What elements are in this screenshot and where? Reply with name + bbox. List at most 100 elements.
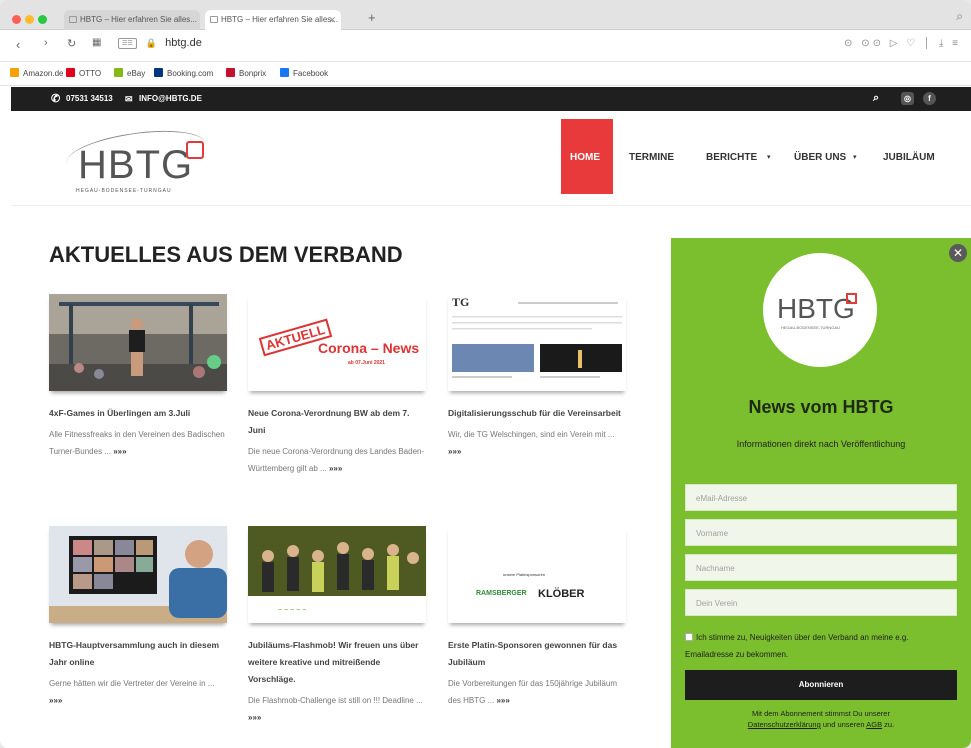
- post-thumbnail[interactable]: TG: [448, 294, 626, 391]
- post-excerpt: Die Flashmob-Challenge ist still on !!! …: [248, 696, 423, 722]
- lock-icon: 🔒: [145, 38, 158, 48]
- nav-termine[interactable]: TERMINE: [629, 152, 674, 163]
- logo-cross-icon: [186, 141, 204, 159]
- sponsor-kloeber: KLÖBER: [538, 588, 585, 600]
- bookmark-facebook[interactable]: Facebook: [280, 68, 328, 78]
- post-title[interactable]: 4xF-Games in Überlingen am 3.Juli: [49, 405, 227, 422]
- bookmark-otto[interactable]: OTTO: [66, 68, 101, 78]
- maximize-window-button[interactable]: [38, 15, 47, 24]
- tab-label: HBTG – Hier erfahren Sie alles...: [221, 15, 338, 24]
- post-card[interactable]: 4xF-Games in Überlingen am 3.Juli Alle F…: [49, 294, 227, 460]
- ebay-icon: [114, 68, 123, 77]
- site-topbar: ✆ 07531 34513 ✉ INFO@HBTG.DE ⌕ ◎ f: [11, 87, 971, 111]
- corona-date: ab 07.Juni 2021: [348, 360, 385, 366]
- nav-home[interactable]: HOME: [561, 119, 613, 194]
- window-controls: [12, 11, 51, 29]
- website-screenshot-image: TG: [452, 295, 622, 378]
- flashmob-image: ~ ~ ~ ~ ~: [248, 526, 426, 623]
- browser-tab-active[interactable]: HBTG – Hier erfahren Sie alles... ✕: [205, 10, 341, 30]
- subscribe-button[interactable]: Abonnieren: [685, 670, 957, 700]
- club-field[interactable]: Dein Verein: [685, 589, 957, 616]
- post-thumbnail[interactable]: AKTUELL Corona – News ab 07.Juni 2021: [248, 294, 426, 391]
- main-nav: HOME TERMINE BERICHTE ▾ ÜBER UNS ▾ JUBIL…: [561, 119, 951, 194]
- address-bar[interactable]: ☰☰ 🔒 hbtg.de: [118, 37, 202, 55]
- grid-icon[interactable]: ▦: [92, 37, 101, 48]
- privacy-policy-link[interactable]: Datenschutzerklärung: [748, 720, 821, 729]
- newsletter-popup: ✕ HBTG HEGAU-BODENSEE-TURNGAU News vom H…: [671, 238, 971, 748]
- minimize-window-button[interactable]: [25, 15, 34, 24]
- bookmark-amazon[interactable]: Amazon.de: [10, 68, 63, 78]
- amazon-icon: [10, 68, 19, 77]
- address-toolbar: ‹ › ↻ ▦ ☰☰ 🔒 hbtg.de ⊙ ⊙⊙ ▷ ♡ │ ⤓ ≡: [0, 30, 971, 62]
- post-title[interactable]: Jubiläums-Flashmob! Wir freuen uns über …: [248, 637, 426, 688]
- tab-label: HBTG – Hier erfahren Sie alles...: [80, 15, 197, 24]
- popup-logo: HBTG HEGAU-BODENSEE-TURNGAU: [763, 253, 877, 367]
- sponsors-caption: unsere Platinsponsoren: [503, 572, 546, 577]
- site-logo[interactable]: HBTG HEGAU-BODENSEE-TURNGAU: [63, 123, 226, 203]
- phone-number[interactable]: 07531 34513: [66, 94, 113, 103]
- browser-window: HBTG – Hier erfahren Sie alles... HBTG –…: [0, 0, 971, 748]
- bookmark-ebay[interactable]: eBay: [114, 68, 145, 78]
- facebook-icon: [280, 68, 289, 77]
- otto-icon: [66, 68, 75, 77]
- popup-logo-text: HBTG: [777, 293, 855, 324]
- post-title[interactable]: Erste Platin-Sponsoren gewonnen für das …: [448, 637, 626, 671]
- read-more-link[interactable]: »»»: [49, 696, 62, 705]
- read-more-link[interactable]: »»»: [248, 713, 261, 722]
- post-card[interactable]: ~ ~ ~ ~ ~ Jubiläums-Flashmob! Wir freuen…: [248, 526, 426, 726]
- reader-icon[interactable]: ☰☰: [118, 37, 137, 49]
- first-name-field[interactable]: Vorname: [685, 519, 957, 546]
- post-thumbnail[interactable]: ~ ~ ~ ~ ~: [248, 526, 426, 623]
- post-thumbnail[interactable]: [49, 526, 227, 623]
- url-text: hbtg.de: [165, 37, 202, 49]
- toolbar-icons[interactable]: ⊙ ⊙⊙ ▷ ♡ │ ⤓ ≡: [844, 38, 961, 49]
- post-title[interactable]: Digitalisierungsschub für die Vereinsarb…: [448, 405, 626, 422]
- post-title[interactable]: Neue Corona-Verordnung BW ab dem 7. Juni: [248, 405, 426, 439]
- search-icon[interactable]: ⌕: [873, 92, 879, 105]
- read-more-link[interactable]: »»»: [496, 696, 509, 705]
- post-card[interactable]: HBTG-Hauptversammlung auch in diesem Jah…: [49, 526, 227, 709]
- post-card[interactable]: AKTUELL Corona – News ab 07.Juni 2021 Ne…: [248, 294, 426, 477]
- new-tab-icon[interactable]: +: [368, 10, 376, 25]
- chevron-down-icon: ▾: [853, 154, 857, 161]
- back-icon[interactable]: ‹: [16, 37, 20, 52]
- browser-tab[interactable]: HBTG – Hier erfahren Sie alles...: [64, 10, 200, 30]
- forward-icon[interactable]: ›: [44, 37, 48, 49]
- email-link[interactable]: INFO@HBTG.DE: [139, 94, 202, 103]
- svg-text:TG: TG: [452, 295, 469, 309]
- popup-title: News vom HBTG: [748, 397, 894, 417]
- read-more-link[interactable]: »»»: [329, 464, 342, 473]
- terms-link[interactable]: AGB: [866, 720, 882, 729]
- nav-jubilaeum[interactable]: JUBILÄUM: [883, 152, 935, 163]
- bookmark-booking[interactable]: Booking.com: [154, 68, 213, 78]
- facebook-icon[interactable]: f: [923, 92, 936, 105]
- post-card[interactable]: unsere Platinsponsoren RAMSBERGER KLÖBER…: [448, 526, 626, 709]
- post-excerpt: Alle Fitnessfreaks in den Vereinen des B…: [49, 430, 225, 456]
- popup-subtitle: Informationen direkt nach Veröffentlichu…: [736, 439, 906, 449]
- read-more-link[interactable]: »»»: [113, 447, 126, 456]
- post-thumbnail[interactable]: unsere Platinsponsoren RAMSBERGER KLÖBER: [448, 526, 626, 623]
- reload-icon[interactable]: ↻: [67, 37, 76, 50]
- nav-ueber-uns[interactable]: ÜBER UNS: [794, 152, 846, 163]
- bookmark-bonprix[interactable]: Bonprix: [226, 68, 266, 78]
- tab-search-icon[interactable]: ⌕: [956, 9, 963, 24]
- post-thumbnail[interactable]: [49, 294, 227, 391]
- logo-tagline: HEGAU-BODENSEE-TURNGAU: [76, 188, 172, 194]
- checkbox-icon[interactable]: [685, 633, 693, 641]
- post-excerpt: Die neue Corona-Verordnung des Landes Ba…: [248, 447, 425, 473]
- email-field[interactable]: eMail-Adresse: [685, 484, 957, 511]
- corona-headline: Corona – News: [318, 340, 420, 356]
- popup-note: Mit dem Abonnement stimmst Du unserer Da…: [747, 709, 895, 729]
- read-more-link[interactable]: »»»: [448, 447, 461, 456]
- post-title[interactable]: HBTG-Hauptversammlung auch in diesem Jah…: [49, 637, 227, 671]
- favicon-icon: [69, 16, 77, 23]
- video-conference-image: [49, 526, 227, 623]
- consent-checkbox[interactable]: Ich stimme zu, Neuigkeiten über den Verb…: [685, 629, 959, 663]
- nav-berichte[interactable]: BERICHTE: [706, 152, 757, 163]
- post-card[interactable]: TG Digitalisierungsschub für die Vereins…: [448, 294, 626, 460]
- close-tab-icon[interactable]: ✕: [328, 10, 336, 30]
- instagram-icon[interactable]: ◎: [901, 92, 914, 105]
- close-popup-icon[interactable]: ✕: [949, 244, 967, 262]
- last-name-field[interactable]: Nachname: [685, 554, 957, 581]
- close-window-button[interactable]: [12, 15, 21, 24]
